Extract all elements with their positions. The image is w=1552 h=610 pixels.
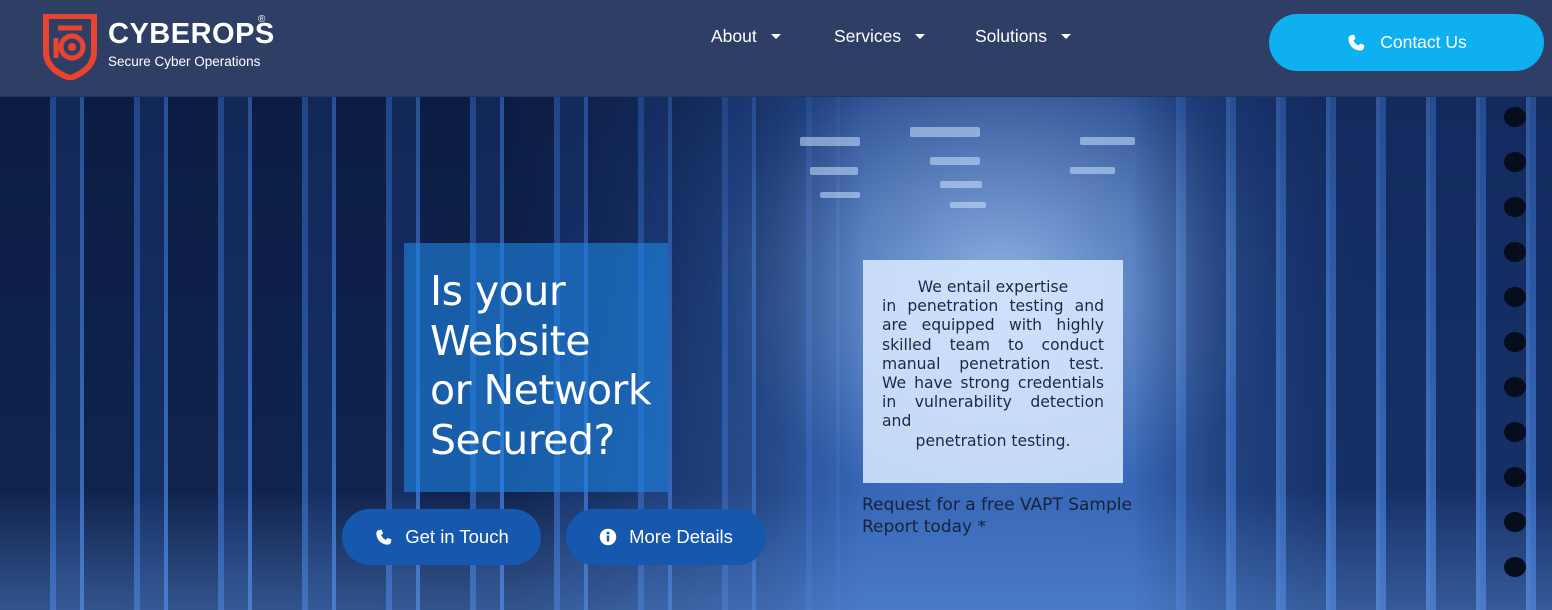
get-in-touch-label: Get in Touch — [405, 526, 509, 547]
expertise-card: We entail expertise in penetration testi… — [863, 260, 1123, 483]
headline-line: or Network — [430, 366, 652, 414]
expertise-text: We entail expertise in penetration testi… — [882, 278, 1104, 451]
brand-name: CYBEROPS — [108, 18, 275, 50]
headline-line: Secured? — [430, 415, 615, 464]
info-icon — [599, 528, 617, 546]
headline-line: Is your — [430, 267, 566, 315]
headline-panel: Is your Website or Network Secured? — [404, 243, 668, 492]
caret-down-icon — [1061, 34, 1071, 39]
get-in-touch-button[interactable]: Get in Touch — [342, 509, 541, 565]
contact-us-button[interactable]: Contact Us — [1269, 14, 1544, 71]
nav-item-solutions[interactable]: Solutions — [975, 26, 1071, 52]
more-details-label: More Details — [629, 526, 733, 547]
caret-down-icon — [915, 34, 926, 39]
floor-glow — [0, 490, 1552, 610]
nav-item-label: About — [711, 26, 757, 46]
registered-mark: ® — [258, 14, 266, 25]
expertise-body: in penetration testing and are equipped … — [882, 297, 1104, 431]
nav-item-label: Services — [834, 26, 902, 46]
rack-perforations — [1500, 97, 1540, 610]
more-details-button[interactable]: More Details — [566, 509, 766, 565]
nav-item-about[interactable]: About — [711, 26, 781, 52]
vapt-request-text[interactable]: Request for a free VAPT Sample Report to… — [862, 494, 1142, 538]
brand-logo[interactable]: CYBEROPS ® Secure Cyber Operations — [42, 14, 282, 84]
site-header: CYBEROPS ® Secure Cyber Operations About… — [0, 0, 1552, 97]
brand-tagline: Secure Cyber Operations — [108, 54, 261, 69]
hero-section: Is your Website or Network Secured? Get … — [0, 97, 1552, 610]
nav-item-services[interactable]: Services — [834, 26, 926, 52]
contact-us-label: Contact Us — [1380, 32, 1467, 52]
cyberops-shield-logo-icon — [43, 14, 97, 80]
headline-line: Website — [430, 316, 590, 365]
phone-icon — [1348, 34, 1365, 50]
caret-down-icon — [770, 34, 781, 39]
expertise-last-line: penetration testing. — [915, 431, 1071, 450]
phone-icon — [376, 529, 392, 545]
ceiling-lights — [0, 97, 1552, 337]
expertise-first-line: We entail expertise — [917, 278, 1069, 296]
nav-item-label: Solutions — [975, 26, 1047, 46]
hero-headline: Is your Website or Network Secured? — [430, 267, 670, 465]
